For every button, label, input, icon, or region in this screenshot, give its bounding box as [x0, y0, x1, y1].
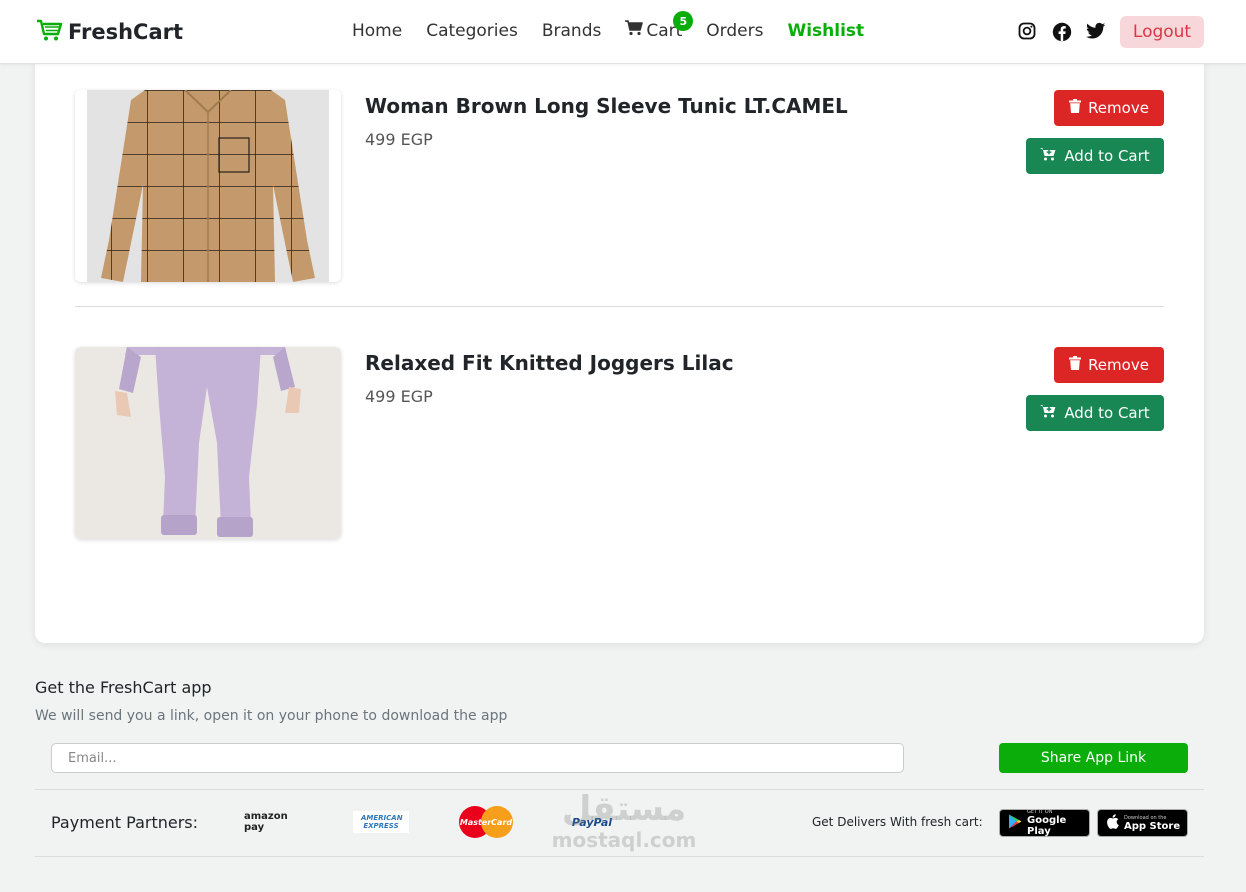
remove-button[interactable]: Remove	[1054, 347, 1164, 383]
google-play-icon	[1008, 814, 1022, 833]
share-app-link-button[interactable]: Share App Link	[999, 743, 1188, 773]
social-links	[1018, 22, 1106, 42]
remove-button[interactable]: Remove	[1054, 90, 1164, 126]
wishlist-item: Woman Brown Long Sleeve Tunic LT.CAMEL 4…	[75, 90, 1164, 282]
google-play-badge[interactable]: GET IT ON Google Play	[999, 809, 1090, 837]
item-divider	[75, 306, 1164, 307]
cart-count-badge: 5	[673, 11, 694, 31]
wishlist-card: Woman Brown Long Sleeve Tunic LT.CAMEL 4…	[35, 60, 1204, 643]
nav-wishlist[interactable]: Wishlist	[787, 20, 864, 41]
twitter-icon[interactable]	[1086, 22, 1106, 42]
apple-icon	[1106, 813, 1119, 833]
app-store-badge[interactable]: Download on the App Store	[1097, 809, 1188, 837]
cart-logo-icon	[36, 18, 64, 46]
cart-plus-icon	[1040, 404, 1056, 422]
amazon-pay-logo: amazon pay	[244, 811, 288, 833]
nav-brands[interactable]: Brands	[542, 20, 602, 41]
wishlist-item: Relaxed Fit Knitted Joggers Lilac 499 EG…	[75, 347, 1164, 539]
product-price: 499 EGP	[365, 130, 433, 149]
footer-subtitle: We will send you a link, open it on your…	[35, 708, 508, 724]
product-title: Relaxed Fit Knitted Joggers Lilac	[365, 351, 734, 375]
nav-cart[interactable]: Cart 5	[625, 11, 694, 41]
cart-icon	[625, 20, 644, 41]
footer-divider	[35, 789, 1204, 790]
mastercard-logo: MasterCard	[457, 805, 515, 839]
nav-links: Home Categories Brands Cart 5 Orders Wis…	[352, 11, 864, 41]
product-title: Woman Brown Long Sleeve Tunic LT.CAMEL	[365, 94, 848, 118]
trash-icon	[1069, 99, 1082, 117]
add-to-cart-label: Add to Cart	[1064, 147, 1150, 165]
footer-divider	[35, 856, 1204, 857]
logout-button[interactable]: Logout	[1120, 16, 1204, 48]
product-price: 499 EGP	[365, 387, 433, 406]
footer: Get the FreshCart app We will send you a…	[0, 659, 1246, 892]
footer-title: Get the FreshCart app	[35, 678, 212, 697]
remove-label: Remove	[1088, 356, 1149, 374]
paypal-logo: PayPal	[571, 815, 613, 829]
payment-partners-label: Payment Partners:	[51, 813, 199, 832]
add-to-cart-label: Add to Cart	[1064, 404, 1150, 422]
instagram-icon[interactable]	[1018, 22, 1038, 42]
cart-plus-icon	[1040, 147, 1056, 165]
add-to-cart-button[interactable]: Add to Cart	[1026, 395, 1164, 431]
remove-label: Remove	[1088, 99, 1149, 117]
brand-logo[interactable]: FreshCart	[36, 18, 183, 46]
american-express-logo: AMERICAN EXPRESS	[353, 811, 409, 833]
trash-icon	[1069, 356, 1082, 374]
nav-orders[interactable]: Orders	[706, 20, 763, 41]
product-image-tunic[interactable]	[75, 90, 341, 282]
navbar: FreshCart Home Categories Brands Cart 5 …	[0, 0, 1246, 64]
deliver-label: Get Delivers With fresh cart:	[812, 815, 983, 829]
nav-home[interactable]: Home	[352, 20, 402, 41]
facebook-icon[interactable]	[1052, 22, 1072, 42]
nav-categories[interactable]: Categories	[426, 20, 518, 41]
email-input[interactable]	[51, 743, 904, 773]
brand-name: FreshCart	[68, 20, 184, 44]
product-image-joggers[interactable]	[75, 347, 341, 539]
add-to-cart-button[interactable]: Add to Cart	[1026, 138, 1164, 174]
